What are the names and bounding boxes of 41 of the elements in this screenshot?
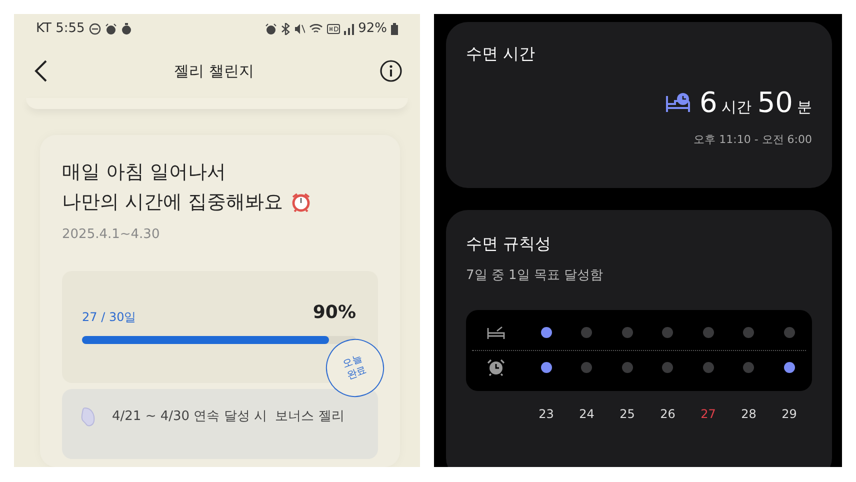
challenge-period: 2025.4.1~4.30 — [62, 226, 161, 244]
hours-unit: 시간 — [721, 97, 752, 118]
sleep-minutes: 50 — [757, 85, 793, 121]
bluetooth-icon — [281, 23, 290, 36]
jelly-bean-icon — [80, 406, 96, 427]
card-title: 수면 규칙성 — [466, 233, 552, 255]
alarm-clock-icon — [291, 192, 312, 212]
battery-icon — [391, 23, 398, 36]
bonus-text: 4/21 ~ 4/30 연속 달성 시 보너스 젤리 — [112, 408, 344, 426]
challenge-title: 매일 아침 일어나서 — [62, 160, 228, 186]
sleep-hours: 6 — [700, 85, 718, 121]
page-title: 젤리 챌린지 — [174, 60, 254, 82]
progress-count: 27 / 30일 — [82, 308, 136, 326]
alarm-icon — [265, 23, 278, 36]
signal-icon — [344, 23, 354, 36]
bed-icon — [487, 326, 505, 340]
hd-icon — [327, 24, 340, 34]
dnd-icon — [88, 23, 101, 36]
day-label: 29 — [782, 406, 797, 422]
mute-icon — [294, 23, 306, 36]
bed-clock-icon — [666, 92, 692, 114]
day-label: 27 — [700, 406, 716, 422]
card-title: 수면 시간 — [466, 43, 536, 65]
day-label: 28 — [741, 406, 756, 422]
challenge-title: 나만의 시간에 집중해봐요 — [62, 190, 284, 216]
alarm-icon — [104, 23, 117, 36]
sleep-range: 오후 11:10 - 오전 6:00 — [694, 132, 812, 148]
battery-percent: 92% — [358, 20, 387, 38]
status-time: KT 5:55 — [36, 20, 85, 38]
stopwatch-icon — [120, 23, 132, 36]
alarm-clock-icon — [487, 359, 505, 376]
minutes-unit: 분 — [797, 97, 812, 118]
day-label: 25 — [620, 406, 635, 422]
info-icon[interactable] — [380, 60, 402, 82]
day-label: 24 — [579, 406, 594, 422]
day-label: 23 — [538, 406, 554, 422]
progress-percent: 90% — [312, 300, 356, 325]
wifi-icon — [309, 23, 324, 36]
back-icon[interactable] — [34, 60, 48, 82]
day-label: 26 — [660, 406, 676, 422]
regularity-summary: 7일 중 1일 목표 달성함 — [466, 267, 604, 285]
